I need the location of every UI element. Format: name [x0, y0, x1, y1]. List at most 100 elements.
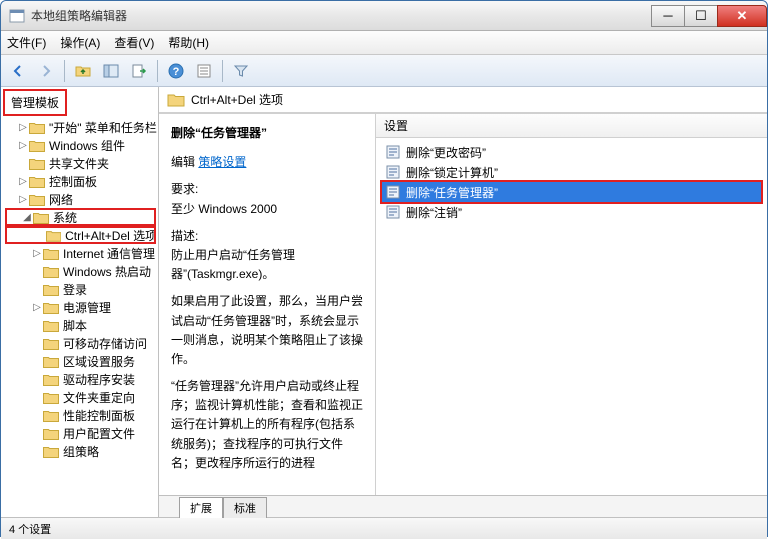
list-body: 删除“更改密码” 删除“锁定计算机” 删除“任务管理器” 删除“注销”	[376, 138, 767, 495]
tree-item-label: 网络	[49, 191, 73, 208]
status-count: 4 个设置	[9, 521, 189, 537]
tree-item-label: 用户配置文件	[63, 425, 135, 442]
expander-icon[interactable]: ▷	[31, 302, 43, 313]
expander-icon[interactable]: ▷	[31, 248, 43, 259]
list-pane: 设置 删除“更改密码” 删除“锁定计算机” 删除“任务管理器” 删除“注销”	[375, 114, 767, 495]
tree-item[interactable]: 可移动存储访问	[3, 334, 158, 352]
forward-button[interactable]	[33, 58, 59, 84]
expander-icon[interactable]: ▷	[17, 194, 29, 205]
tree-item[interactable]: 共享文件夹	[3, 154, 158, 172]
description-label: 描述:	[171, 227, 363, 246]
close-button[interactable]	[717, 5, 767, 27]
tree-item-label: 共享文件夹	[49, 155, 109, 172]
expander-icon[interactable]: ▷	[17, 176, 29, 187]
main-pane: Ctrl+Alt+Del 选项 删除“任务管理器” 编辑 策略设置 要求: 至少…	[159, 87, 767, 517]
tree-item-label: 控制面板	[49, 173, 97, 190]
tree-item[interactable]: 组策略	[3, 442, 158, 460]
tree-item[interactable]: ▷ 网络	[3, 190, 158, 208]
address-bar: Ctrl+Alt+Del 选项	[159, 87, 767, 113]
tree-item-label: 系统	[53, 209, 77, 226]
separator	[157, 60, 158, 82]
tree-item[interactable]: 用户配置文件	[3, 424, 158, 442]
back-button[interactable]	[5, 58, 31, 84]
description-p3: “任务管理器”允许用户启动或终止程序；监视计算机性能；查看和监视正运行在计算机上…	[171, 377, 363, 473]
tree-item[interactable]: ▷ 控制面板	[3, 172, 158, 190]
tree-item[interactable]: 文件夹重定向	[3, 388, 158, 406]
tree-pane: 管理模板 ▷"开始" 菜单和任务栏▷Windows 组件共享文件夹▷控制面板▷网…	[1, 87, 159, 517]
tree-item-label: Internet 通信管理	[63, 245, 155, 262]
menubar: 文件(F) 操作(A) 查看(V) 帮助(H)	[1, 31, 767, 55]
address-path: Ctrl+Alt+Del 选项	[191, 91, 283, 108]
tree-item[interactable]: ▷ Windows 组件	[3, 136, 158, 154]
tree-item[interactable]: 性能控制面板	[3, 406, 158, 424]
minimize-button[interactable]	[651, 5, 685, 27]
up-button[interactable]	[70, 58, 96, 84]
tree-item-label: 脚本	[63, 317, 87, 334]
list-header[interactable]: 设置	[376, 114, 767, 138]
tree-item-label: Windows 组件	[49, 137, 125, 154]
edit-policy-link[interactable]: 策略设置	[198, 155, 246, 169]
description-p1: 防止用户启动“任务管理器”(Taskmgr.exe)。	[171, 246, 363, 284]
toolbar: ?	[1, 55, 767, 87]
tree-item-label: Windows 热启动	[63, 263, 151, 280]
tree-item-label: 文件夹重定向	[63, 389, 135, 406]
tab-standard[interactable]: 标准	[223, 497, 267, 518]
separator	[222, 60, 223, 82]
list-row[interactable]: 删除“更改密码”	[382, 142, 761, 162]
list-row-label: 删除“锁定计算机”	[406, 164, 498, 181]
requirement-label: 要求:	[171, 180, 363, 199]
folder-icon	[167, 92, 185, 107]
menu-view[interactable]: 查看(V)	[114, 34, 154, 51]
requirement-value: 至少 Windows 2000	[171, 200, 363, 219]
svg-text:?: ?	[173, 66, 180, 78]
titlebar: 本地组策略编辑器	[1, 1, 767, 31]
separator	[64, 60, 65, 82]
tree-root[interactable]: 管理模板	[3, 89, 67, 116]
tree-item[interactable]: 区域设置服务	[3, 352, 158, 370]
statusbar: 4 个设置	[1, 517, 767, 539]
tree-item[interactable]: 驱动程序安装	[3, 370, 158, 388]
edit-prefix: 编辑	[171, 155, 195, 169]
tree-item[interactable]: Windows 热启动	[3, 262, 158, 280]
list-row-label: 删除“注销”	[406, 204, 462, 221]
tree-item[interactable]: ▷ 电源管理	[3, 298, 158, 316]
maximize-button[interactable]	[684, 5, 718, 27]
app-icon	[9, 8, 25, 24]
expander-icon[interactable]: ▷	[17, 140, 29, 151]
show-hide-tree-button[interactable]	[98, 58, 124, 84]
tree-item-label: 区域设置服务	[63, 353, 135, 370]
policy-heading: 删除“任务管理器”	[171, 124, 363, 143]
description-pane: 删除“任务管理器” 编辑 策略设置 要求: 至少 Windows 2000 描述…	[159, 114, 375, 495]
tree-item[interactable]: ◢ 系统	[5, 208, 156, 226]
list-row-label: 删除“任务管理器”	[406, 184, 498, 201]
window-title: 本地组策略编辑器	[31, 7, 652, 24]
menu-action[interactable]: 操作(A)	[60, 34, 100, 51]
properties-button[interactable]	[191, 58, 217, 84]
filter-button[interactable]	[228, 58, 254, 84]
tabs: 扩展 标准	[159, 495, 767, 517]
tree-item[interactable]: ▷"开始" 菜单和任务栏	[3, 118, 158, 136]
tree-item-label: Ctrl+Alt+Del 选项	[65, 227, 154, 244]
tree-item[interactable]: Ctrl+Alt+Del 选项	[5, 226, 156, 244]
description-p2: 如果启用了此设置，那么，当用户尝试启动“任务管理器”时，系统会显示一则消息，说明…	[171, 292, 363, 369]
tree-item-label: 电源管理	[63, 299, 111, 316]
expander-icon[interactable]: ◢	[21, 212, 33, 223]
tree-item[interactable]: 脚本	[3, 316, 158, 334]
tree-item-label: 组策略	[63, 443, 99, 460]
expander-icon[interactable]: ▷	[17, 122, 29, 133]
tree-item-label: 可移动存储访问	[63, 335, 147, 352]
tree-item-label: 驱动程序安装	[63, 371, 135, 388]
list-row-label: 删除“更改密码”	[406, 144, 486, 161]
list-row[interactable]: 删除“锁定计算机”	[382, 162, 761, 182]
list-row[interactable]: 删除“注销”	[382, 202, 761, 222]
tab-extended[interactable]: 扩展	[179, 497, 223, 518]
help-button[interactable]: ?	[163, 58, 189, 84]
menu-file[interactable]: 文件(F)	[7, 34, 46, 51]
tree-item-label: 性能控制面板	[63, 407, 135, 424]
export-button[interactable]	[126, 58, 152, 84]
tree-item-label: 登录	[63, 281, 87, 298]
menu-help[interactable]: 帮助(H)	[168, 34, 209, 51]
tree-item[interactable]: ▷ Internet 通信管理	[3, 244, 158, 262]
list-row[interactable]: 删除“任务管理器”	[382, 182, 761, 202]
tree-item[interactable]: 登录	[3, 280, 158, 298]
